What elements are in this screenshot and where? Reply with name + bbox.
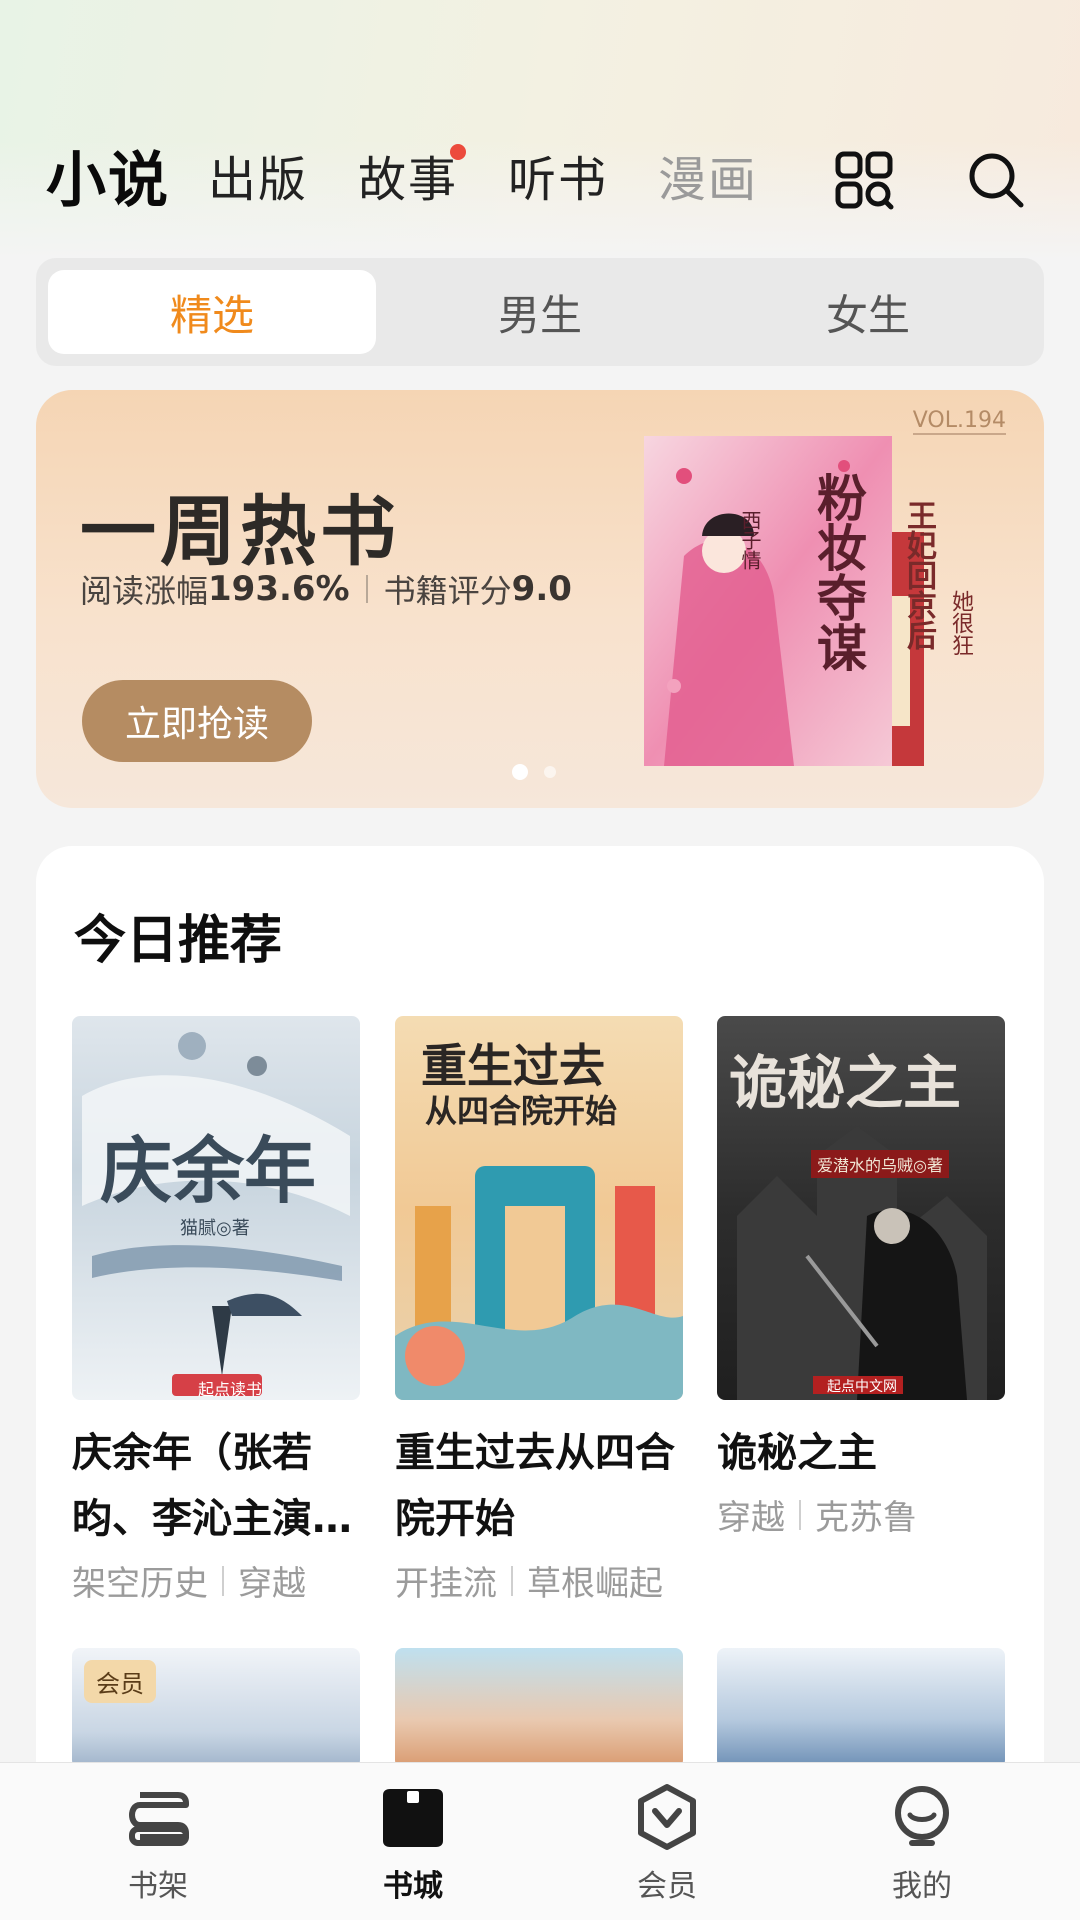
tag: 开挂流 bbox=[395, 1564, 497, 1604]
book-cover[interactable] bbox=[717, 1648, 1005, 1768]
segment-featured[interactable]: 精选 bbox=[48, 270, 376, 354]
stat-reading-value: 193.6% bbox=[208, 569, 350, 609]
nav-label: 我的 bbox=[892, 1869, 952, 1904]
cover-author: 爱潜水的乌贼◎著 bbox=[811, 1150, 949, 1178]
carousel-dot-active bbox=[512, 764, 528, 780]
tag: 穿越 bbox=[717, 1498, 785, 1538]
second-book-title: 王妃回京后 bbox=[901, 500, 936, 650]
divider bbox=[799, 1499, 801, 1530]
carousel-dot bbox=[544, 766, 556, 778]
third-book-title: 她很狂 bbox=[948, 590, 973, 656]
category-header: 小说 出版 故事 听书 漫画 bbox=[0, 130, 1080, 230]
book-tags: 穿越 克苏鲁 bbox=[717, 1490, 1005, 1539]
cover-author-text: 西子情 bbox=[738, 510, 762, 570]
nav-bookstore[interactable]: 书城 bbox=[333, 1781, 493, 1911]
tab-publish[interactable]: 出版 bbox=[208, 140, 308, 210]
book-title[interactable]: 庆余年（张若昀、李沁主演… bbox=[72, 1420, 360, 1552]
book-cover[interactable]: 重生过去 从四合院开始 bbox=[395, 1016, 683, 1400]
vip-icon bbox=[638, 1784, 696, 1850]
tab-story[interactable]: 故事 bbox=[358, 140, 458, 210]
audience-segment: 精选 男生 女生 bbox=[36, 258, 1044, 366]
stat-reading-label: 阅读涨幅 bbox=[80, 572, 209, 610]
bookstore-icon bbox=[383, 1789, 443, 1847]
book-cover[interactable]: 庆余年 猫腻◎著 起点读书 bbox=[72, 1016, 360, 1400]
bookshelf-icon bbox=[129, 1792, 189, 1846]
today-recommend-card: 今日推荐 庆余年 猫腻◎著 起点读书 庆余年（张若昀、李沁主演… 架空历史 穿越 bbox=[36, 846, 1044, 1920]
cover-title-line2: 从四合院开始 bbox=[425, 1092, 618, 1130]
tag: 草根崛起 bbox=[527, 1564, 663, 1604]
nav-label: 书架 bbox=[128, 1869, 188, 1904]
cover-title: 庆余年 bbox=[100, 1128, 317, 1213]
tag: 穿越 bbox=[238, 1564, 306, 1604]
divider bbox=[511, 1565, 513, 1596]
book-tags: 架空历史 穿越 bbox=[72, 1556, 360, 1605]
banner-stats: 阅读涨幅 193.6% 书籍评分 9.0 bbox=[80, 566, 572, 612]
segment-male[interactable]: 男生 bbox=[376, 270, 704, 354]
weekly-hot-banner[interactable]: VOL.194 一周热书 阅读涨幅 193.6% 书籍评分 9.0 立即抢读 粉… bbox=[36, 390, 1044, 808]
book-cover[interactable] bbox=[395, 1648, 683, 1768]
tab-comic[interactable]: 漫画 bbox=[658, 140, 758, 210]
cover-author: 猫腻◎著 bbox=[180, 1218, 250, 1239]
book-item[interactable]: 重生过去 从四合院开始 重生过去从四合院开始 开挂流 草根崛起 bbox=[395, 1016, 683, 1605]
book-cover[interactable]: 会员 bbox=[72, 1648, 360, 1768]
tag: 架空历史 bbox=[72, 1564, 208, 1604]
read-now-button[interactable]: 立即抢读 bbox=[82, 680, 312, 762]
segment-female[interactable]: 女生 bbox=[704, 270, 1032, 354]
cover-title: 诡秘之主 bbox=[729, 1049, 962, 1117]
volume-label: VOL.194 bbox=[912, 408, 1006, 435]
stat-rating-label: 书籍评分 bbox=[383, 572, 512, 610]
book-cover[interactable]: 诡秘之主 爱潜水的乌贼◎著 起点中文网 bbox=[717, 1016, 1005, 1400]
stat-rating-value: 9.0 bbox=[511, 569, 572, 609]
search-icon[interactable] bbox=[966, 150, 1026, 210]
tab-novel[interactable]: 小说 bbox=[46, 132, 170, 219]
book-item[interactable]: 诡秘之主 爱潜水的乌贼◎著 起点中文网 诡秘之主 穿越 克苏鲁 bbox=[717, 1016, 1005, 1539]
carousel-indicator bbox=[512, 764, 556, 780]
cover-title-text: 粉妆夺谋 bbox=[809, 472, 867, 672]
profile-icon bbox=[895, 1786, 949, 1846]
divider bbox=[365, 575, 368, 603]
divider bbox=[222, 1565, 224, 1596]
tab-audiobook[interactable]: 听书 bbox=[508, 140, 608, 210]
book-tags: 开挂流 草根崛起 bbox=[395, 1556, 683, 1605]
section-title: 今日推荐 bbox=[74, 911, 283, 971]
bottom-navigation: 书架 书城 会员 我的 bbox=[0, 1762, 1080, 1920]
nav-bookshelf[interactable]: 书架 bbox=[78, 1781, 238, 1911]
story-badge-dot bbox=[450, 144, 466, 160]
tag: 克苏鲁 bbox=[815, 1498, 917, 1538]
cover-publisher: 起点中文网 bbox=[827, 1379, 897, 1395]
book-item[interactable]: 庆余年 猫腻◎著 起点读书 庆余年（张若昀、李沁主演… 架空历史 穿越 bbox=[72, 1016, 360, 1605]
nav-label: 书城 bbox=[383, 1869, 443, 1904]
book-title[interactable]: 重生过去从四合院开始 bbox=[395, 1420, 683, 1552]
banner-title: 一周热书 bbox=[80, 487, 400, 576]
nav-vip[interactable]: 会员 bbox=[587, 1781, 747, 1911]
book-title[interactable]: 诡秘之主 bbox=[717, 1420, 1005, 1486]
grid-icon[interactable] bbox=[834, 150, 894, 210]
cover-publisher: 起点读书 bbox=[198, 1380, 263, 1399]
nav-profile[interactable]: 我的 bbox=[842, 1781, 1002, 1911]
vip-badge: 会员 bbox=[84, 1660, 156, 1703]
nav-label: 会员 bbox=[637, 1869, 697, 1904]
